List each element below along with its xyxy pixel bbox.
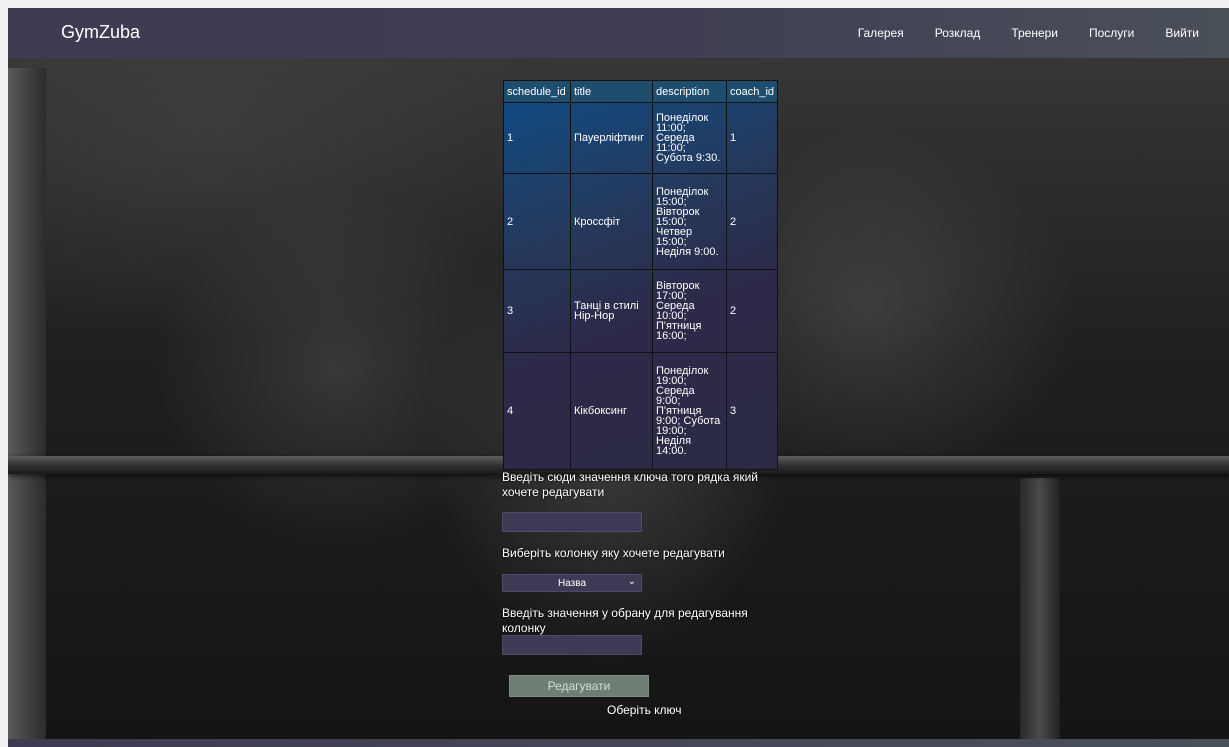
top-navbar: GymZuba Галерея Розклад Тренери Послуги … <box>8 8 1229 58</box>
cell-schedule-id: 4 <box>503 352 571 470</box>
nav-logout[interactable]: Вийти <box>1165 26 1199 40</box>
key-label: Введіть сюди значення ключа того рядка я… <box>502 470 758 499</box>
site-logo[interactable]: GymZuba <box>61 22 140 43</box>
nav-trainers[interactable]: Тренери <box>1011 26 1058 40</box>
table-row: 3 Танці в стилі Hip-Hop Вівторок 17:00; Серед… <box>503 269 779 353</box>
background-rack <box>1020 478 1060 747</box>
cell-title: Кроссфіт <box>570 173 653 270</box>
page: GymZuba Галерея Розклад Тренери Послуги … <box>8 8 1229 747</box>
cell-description: Понеділок 15:00; Вівторок 15:00; Четвер 15:00… <box>652 173 727 270</box>
column-header-coach-id: coach_id <box>725 80 779 103</box>
key-input[interactable] <box>502 512 642 532</box>
column-label: Виберіть колонку яку хочете редагувати <box>502 546 725 560</box>
hint-text: Оберіть ключ <box>607 703 682 717</box>
table-row: 2 Кроссфіт Понеділок 15:00; Вівторок 15:00; Че… <box>503 173 779 270</box>
main-nav: Галерея Розклад Тренери Послуги Вийти <box>858 8 1229 58</box>
background-post <box>8 68 46 747</box>
footer-bar <box>8 739 1229 747</box>
nav-schedule[interactable]: Розклад <box>935 26 981 40</box>
cell-schedule-id: 1 <box>503 102 571 174</box>
table-header-row: schedule_id title description coach_id <box>503 80 779 103</box>
cell-description: Вівторок 17:00; Середа 10:00; П'ятниця 16:00; <box>652 269 727 353</box>
column-header-schedule-id: schedule_id <box>503 80 571 103</box>
schedule-table: schedule_id title description coach_id 1… <box>503 80 779 470</box>
cell-coach-id: 2 <box>725 269 779 353</box>
nav-services[interactable]: Послуги <box>1089 26 1134 40</box>
cell-coach-id: 1 <box>725 102 779 174</box>
column-select[interactable]: Назва ⌄ <box>502 574 642 592</box>
table-row: 4 Кікбоксинг Понеділок 19:00; Середа 9:00; П'я… <box>503 352 779 470</box>
cell-schedule-id: 3 <box>503 269 571 353</box>
column-header-description: description <box>652 80 727 103</box>
cell-coach-id: 3 <box>725 352 779 470</box>
edit-button[interactable]: Редагувати <box>509 675 649 697</box>
cell-title: Кікбоксинг <box>570 352 653 470</box>
value-label: Введіть значення у обрану для редагуванн… <box>502 606 748 635</box>
column-header-title: title <box>570 80 653 103</box>
table-row: 1 Пауерліфтинг Понеділок 11:00; Середа 11:00;… <box>503 102 779 174</box>
cell-title: Пауерліфтинг <box>570 102 653 174</box>
table-body: 1 Пауерліфтинг Понеділок 11:00; Середа 11:00;… <box>503 102 779 470</box>
cell-description: Понеділок 19:00; Середа 9:00; П'ятниця 9:00; … <box>652 352 727 470</box>
column-select-value: Назва <box>557 577 587 589</box>
cell-coach-id: 2 <box>725 173 779 270</box>
chevron-down-icon: ⌄ <box>627 576 636 587</box>
value-input[interactable] <box>502 635 642 655</box>
nav-gallery[interactable]: Галерея <box>858 26 904 40</box>
cell-schedule-id: 2 <box>503 173 571 270</box>
cell-description: Понеділок 11:00; Середа 11:00; Субота 9:30. <box>652 102 727 174</box>
cell-title: Танці в стилі Hip-Hop <box>570 269 653 353</box>
